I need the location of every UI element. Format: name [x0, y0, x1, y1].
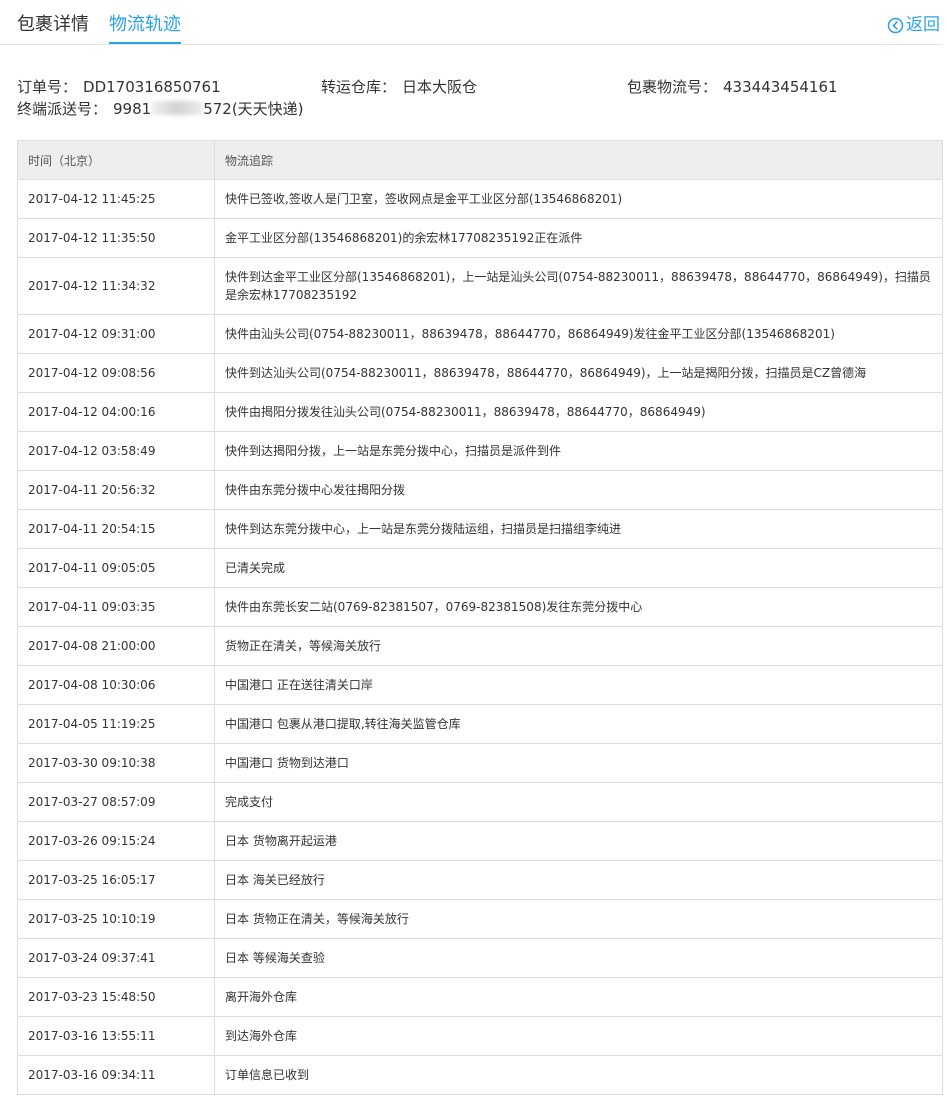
table-header-row: 时间（北京） 物流追踪	[17, 140, 943, 180]
row-event: 快件到达汕头公司(0754-88230011，88639478，88644770…	[214, 353, 943, 393]
row-time: 2017-03-26 09:15:24	[17, 821, 215, 861]
row-time: 2017-04-05 11:19:25	[17, 704, 215, 744]
row-event: 金平工业区分部(13546868201)的余宏林17708235192正在派件	[214, 218, 943, 258]
masked-digits	[151, 101, 204, 115]
transit-warehouse-label: 转运仓库：	[321, 78, 397, 96]
row-time: 2017-04-12 11:45:25	[17, 179, 215, 219]
row-event: 已清关完成	[214, 548, 943, 588]
row-time: 2017-04-12 11:35:50	[17, 218, 215, 258]
transit-warehouse-value: 日本大阪仓	[402, 78, 478, 96]
order-number-label: 订单号：	[17, 78, 78, 96]
info-row-2: 终端派送号： 9981 572(天天快递)	[17, 99, 943, 121]
header-time: 时间（北京）	[17, 140, 215, 180]
row-time: 2017-04-12 09:31:00	[17, 314, 215, 354]
row-event: 快件由东莞长安二站(0769-82381507，0769-82381508)发往…	[214, 587, 943, 627]
row-time: 2017-03-16 13:55:11	[17, 1016, 215, 1056]
row-time: 2017-04-12 09:08:56	[17, 353, 215, 393]
row-time: 2017-03-30 09:10:38	[17, 743, 215, 783]
header-tracking: 物流追踪	[214, 140, 943, 180]
row-event: 快件已签收,签收人是门卫室，签收网点是金平工业区分部(13546868201)	[214, 179, 943, 219]
table-row: 2017-04-08 21:00:00 货物正在清关，等候海关放行	[17, 626, 943, 666]
transit-warehouse: 转运仓库： 日本大阪仓	[321, 77, 477, 97]
table-row: 2017-04-11 20:54:15 快件到达东莞分拨中心，上一站是东莞分拨陆运…	[17, 509, 943, 549]
row-event: 日本 海关已经放行	[214, 860, 943, 900]
tab-package-details[interactable]: 包裹详情	[17, 12, 89, 38]
row-event: 中国港口 正在送往清关口岸	[214, 665, 943, 705]
table-row: 2017-04-12 09:08:56 快件到达汕头公司(0754-8823001…	[17, 353, 943, 393]
table-row: 2017-03-25 10:10:19 日本 货物正在清关，等候海关放行	[17, 899, 943, 939]
row-event: 订单信息已收到	[214, 1055, 943, 1095]
row-event: 中国港口 包裹从港口提取,转往海关监管仓库	[214, 704, 943, 744]
table-row: 2017-04-12 03:58:49 快件到达揭阳分拨，上一站是东莞分拨中心，扫…	[17, 431, 943, 471]
back-label: 返回	[906, 15, 940, 35]
row-event: 快件到达东莞分拨中心，上一站是东莞分拨陆运组，扫描员是扫描组李纯进	[214, 509, 943, 549]
row-time: 2017-04-08 21:00:00	[17, 626, 215, 666]
table-row: 2017-04-11 20:56:32 快件由东莞分拨中心发往揭阳分拨	[17, 470, 943, 510]
table-row: 2017-04-11 09:05:05 已清关完成	[17, 548, 943, 588]
package-logistics-number-label: 包裹物流号：	[627, 78, 718, 96]
table-row: 2017-04-05 11:19:25 中国港口 包裹从港口提取,转往海关监管仓库	[17, 704, 943, 744]
table-row: 2017-03-23 15:48:50 离开海外仓库	[17, 977, 943, 1017]
row-event: 到达海外仓库	[214, 1016, 943, 1056]
table-row: 2017-03-16 13:55:11 到达海外仓库	[17, 1016, 943, 1056]
row-time: 2017-04-12 04:00:16	[17, 392, 215, 432]
row-time: 2017-03-25 16:05:17	[17, 860, 215, 900]
row-time: 2017-03-24 09:37:41	[17, 938, 215, 978]
row-time: 2017-03-25 10:10:19	[17, 899, 215, 939]
order-number: 订单号： DD170316850761	[17, 77, 221, 97]
order-number-value: DD170316850761	[83, 78, 221, 96]
delivery-number-prefix: 9981	[113, 100, 152, 118]
tracking-table-body: 2017-04-12 11:45:25 快件已签收,签收人是门卫室，签收网点是金平…	[17, 179, 943, 1095]
delivery-number-label: 终端派送号：	[17, 100, 108, 118]
row-event: 快件到达揭阳分拨，上一站是东莞分拨中心，扫描员是派件到件	[214, 431, 943, 471]
package-logistics-number-value: 433443454161	[723, 78, 838, 96]
table-row: 2017-04-08 10:30:06 中国港口 正在送往清关口岸	[17, 665, 943, 705]
row-event: 离开海外仓库	[214, 977, 943, 1017]
package-logistics-number: 包裹物流号： 433443454161	[627, 77, 838, 97]
table-row: 2017-04-12 09:31:00 快件由汕头公司(0754-88230011…	[17, 314, 943, 354]
table-row: 2017-04-12 11:34:32 快件到达金平工业区分部(135468682…	[17, 257, 943, 315]
row-event: 快件到达金平工业区分部(13546868201)，上一站是汕头公司(0754-8…	[214, 257, 943, 315]
table-row: 2017-04-12 04:00:16 快件由揭阳分拨发往汕头公司(0754-88…	[17, 392, 943, 432]
row-event: 快件由东莞分拨中心发往揭阳分拨	[214, 470, 943, 510]
row-event: 日本 货物正在清关，等候海关放行	[214, 899, 943, 939]
row-time: 2017-04-12 03:58:49	[17, 431, 215, 471]
row-time: 2017-04-11 09:05:05	[17, 548, 215, 588]
row-time: 2017-04-11 09:03:35	[17, 587, 215, 627]
row-time: 2017-04-08 10:30:06	[17, 665, 215, 705]
row-event: 中国港口 货物到达港口	[214, 743, 943, 783]
back-button[interactable]: 返回	[887, 13, 940, 37]
table-row: 2017-04-12 11:45:25 快件已签收,签收人是门卫室，签收网点是金平…	[17, 179, 943, 219]
row-time: 2017-03-27 08:57:09	[17, 782, 215, 822]
info-row-1: 订单号： DD170316850761 转运仓库： 日本大阪仓 包裹物流号： 4334…	[17, 77, 943, 99]
table-row: 2017-03-25 16:05:17 日本 海关已经放行	[17, 860, 943, 900]
table-row: 2017-03-26 09:15:24 日本 货物离开起运港	[17, 821, 943, 861]
row-time: 2017-04-12 11:34:32	[17, 257, 215, 315]
chevron-left-circle-icon	[887, 17, 904, 33]
table-row: 2017-03-16 09:34:11 订单信息已收到	[17, 1055, 943, 1095]
table-row: 2017-04-11 09:03:35 快件由东莞长安二站(0769-823815…	[17, 587, 943, 627]
row-time: 2017-03-23 15:48:50	[17, 977, 215, 1017]
package-info: 订单号： DD170316850761 转运仓库： 日本大阪仓 包裹物流号： 4334…	[17, 77, 943, 121]
tab-logistics-tracking[interactable]: 物流轨迹	[109, 12, 181, 44]
table-row: 2017-04-12 11:35:50 金平工业区分部(13546868201)的…	[17, 218, 943, 258]
tab-bar: 包裹详情 物流轨迹 返回	[0, 0, 943, 45]
delivery-number: 终端派送号： 9981 572(天天快递)	[17, 99, 304, 119]
table-row: 2017-03-30 09:10:38 中国港口 货物到达港口	[17, 743, 943, 783]
row-event: 快件由揭阳分拨发往汕头公司(0754-88230011，88639478，886…	[214, 392, 943, 432]
row-time: 2017-03-16 09:34:11	[17, 1055, 215, 1095]
row-event: 货物正在清关，等候海关放行	[214, 626, 943, 666]
row-time: 2017-04-11 20:56:32	[17, 470, 215, 510]
delivery-number-suffix: 572(天天快递)	[203, 100, 304, 118]
table-row: 2017-03-24 09:37:41 日本 等候海关查验	[17, 938, 943, 978]
row-event: 日本 货物离开起运港	[214, 821, 943, 861]
row-event: 日本 等候海关查验	[214, 938, 943, 978]
row-time: 2017-04-11 20:54:15	[17, 509, 215, 549]
tracking-table: 时间（北京） 物流追踪 2017-04-12 11:45:25 快件已签收,签收人…	[17, 140, 943, 1095]
row-event: 完成支付	[214, 782, 943, 822]
row-event: 快件由汕头公司(0754-88230011，88639478，88644770，…	[214, 314, 943, 354]
table-row: 2017-03-27 08:57:09 完成支付	[17, 782, 943, 822]
